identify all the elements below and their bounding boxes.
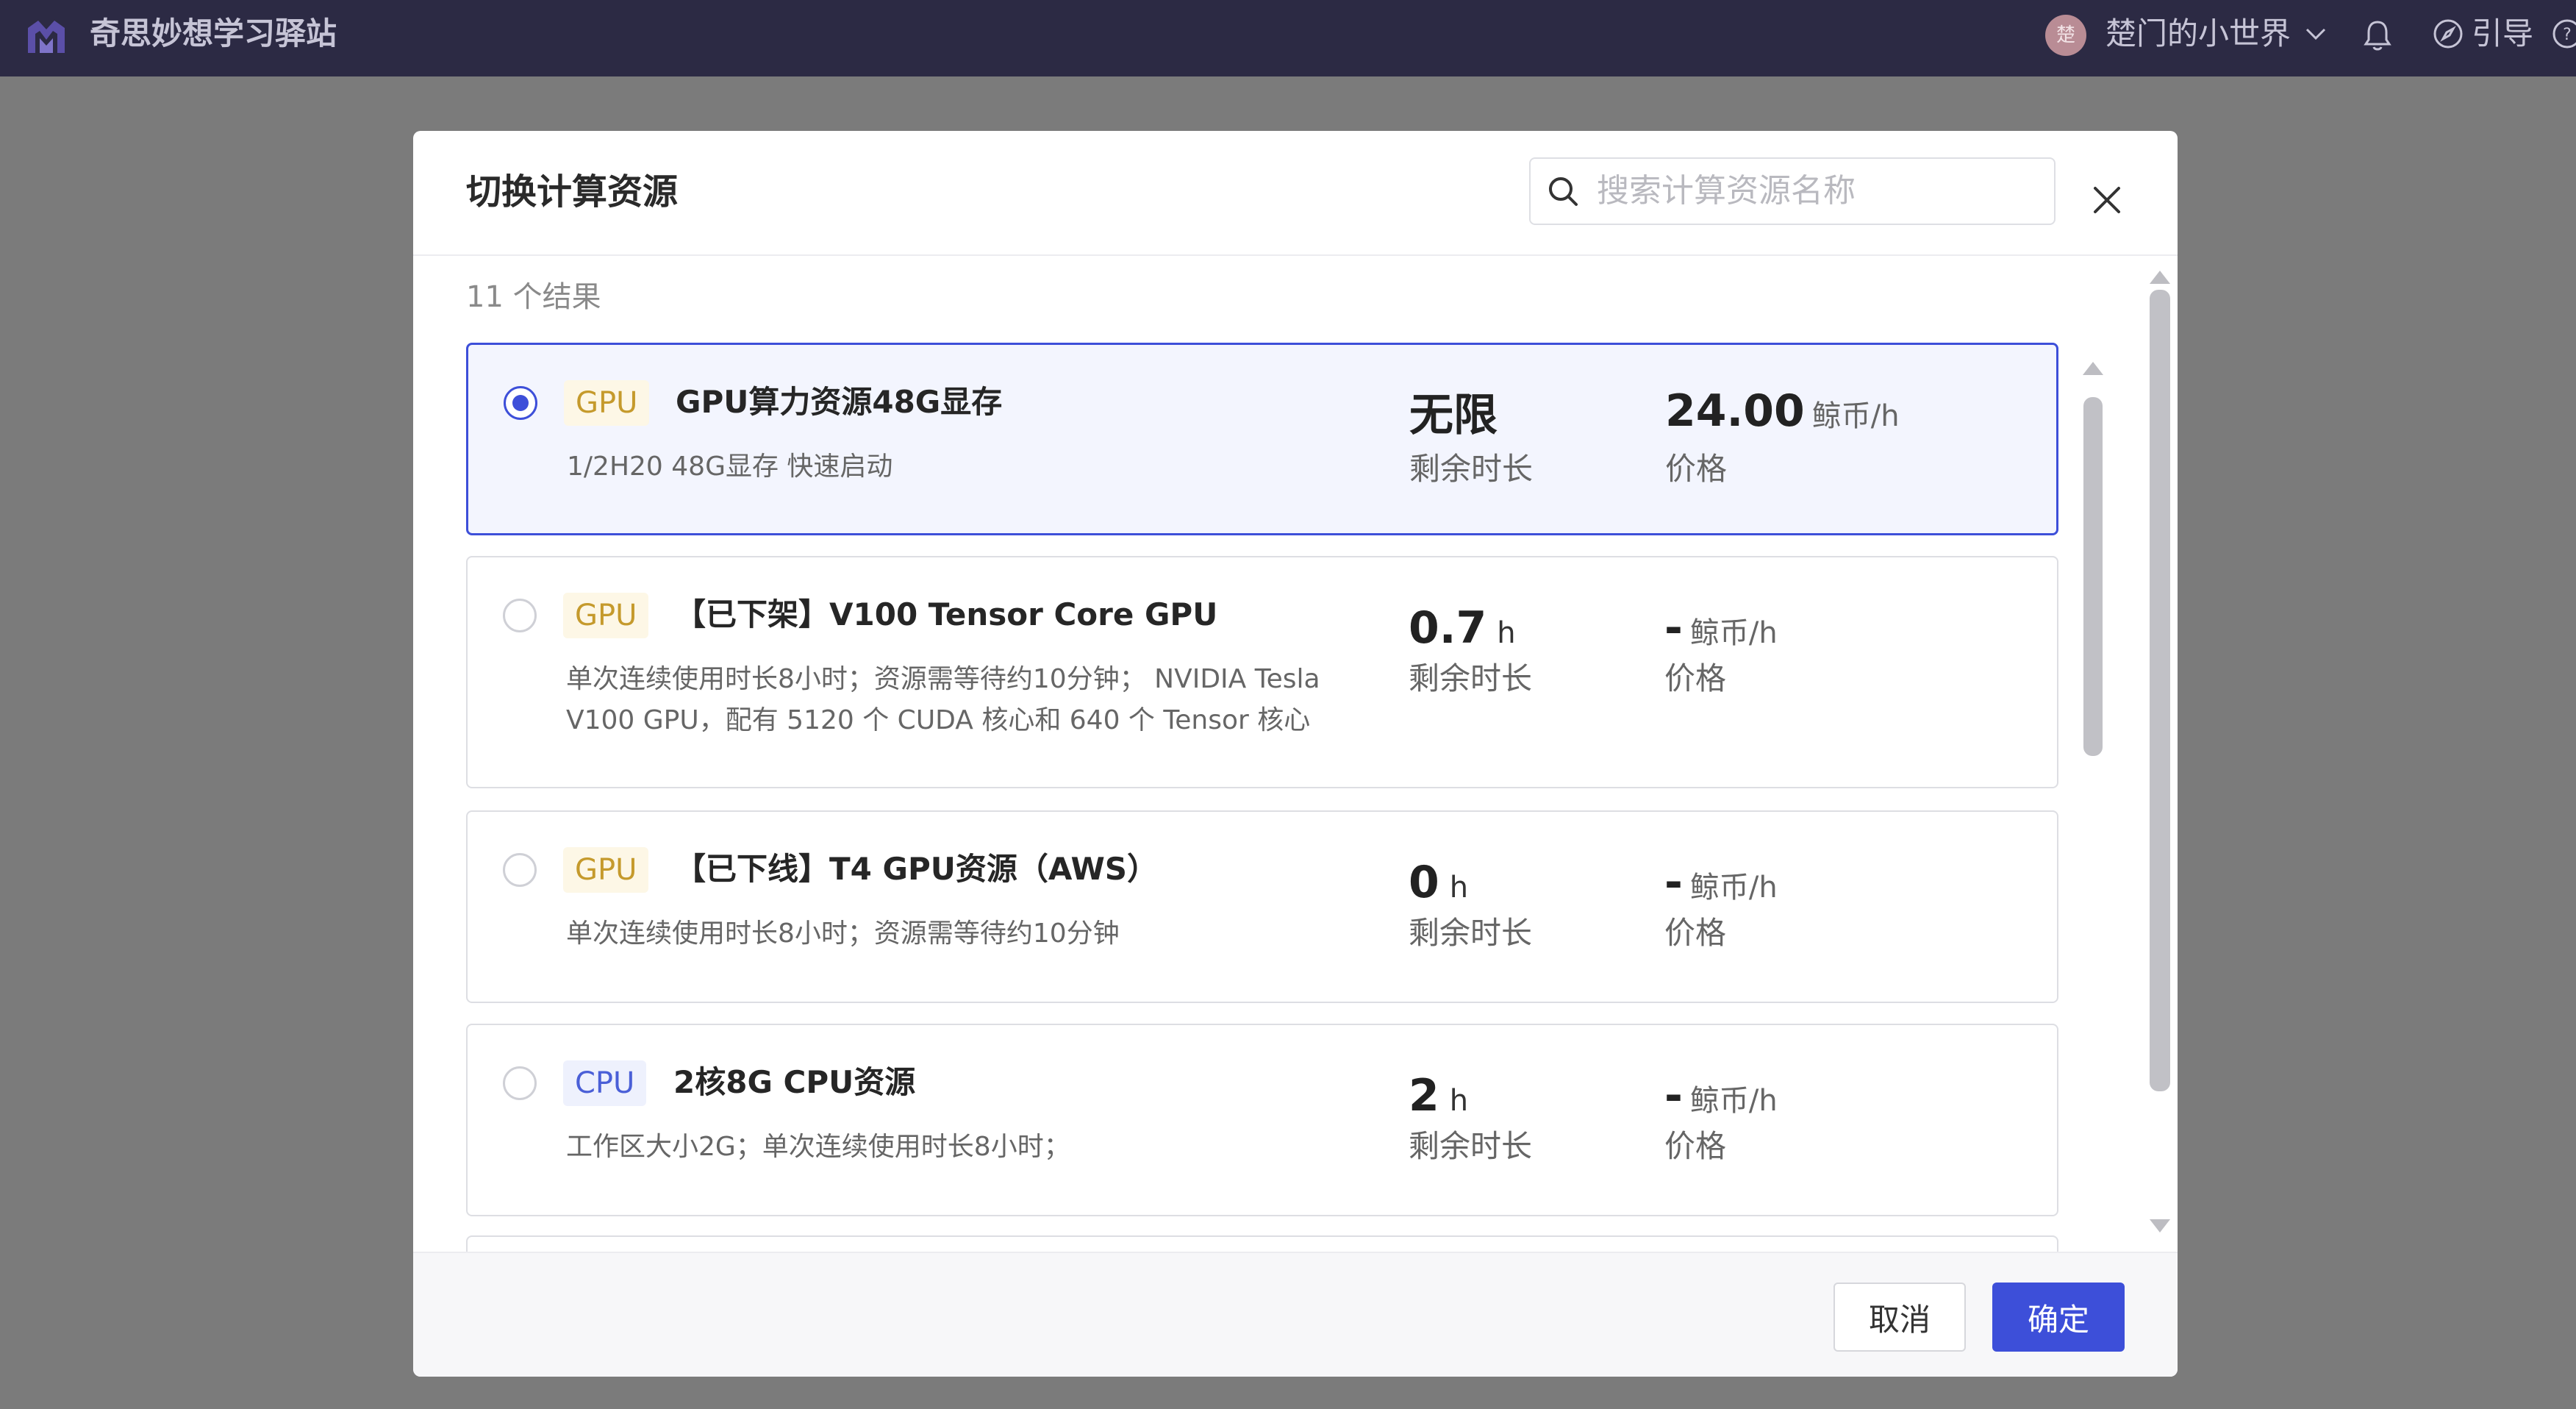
- switch-compute-resource-dialog: 切换计算资源 11 个结果 GPU GPU算力资源48G显存 1/2H20 48…: [413, 131, 2178, 1377]
- resource-name: 2核8G CPU资源: [673, 1064, 916, 1100]
- radio-button[interactable]: [503, 853, 537, 887]
- price-label: 价格: [1665, 451, 1728, 487]
- remaining-time-label: 剩余时长: [1409, 1128, 1533, 1164]
- site-title[interactable]: 奇思妙想学习驿站: [90, 13, 337, 54]
- dialog-scrollbar-thumb[interactable]: [2150, 290, 2170, 1091]
- remaining-time-unit: h: [1497, 616, 1516, 650]
- remaining-time-value: 无限: [1409, 388, 1508, 449]
- remaining-time-label: 剩余时长: [1409, 660, 1533, 696]
- remaining-time-value: 0.7 h: [1409, 600, 1516, 661]
- confirm-button[interactable]: 确定: [1992, 1283, 2125, 1352]
- top-navigation-bar: 奇思妙想学习驿站 楚 楚门的小世界 引导 ?: [0, 0, 2576, 76]
- scroll-up-arrow-icon[interactable]: [2150, 271, 2170, 284]
- svg-text:?: ?: [2563, 26, 2572, 44]
- resource-type-tag: GPU: [564, 380, 650, 426]
- resource-card[interactable]: GPU GPU算力资源48G显存 1/2H20 48G显存 快速启动 无限 剩余…: [466, 343, 2058, 535]
- scroll-down-arrow-icon[interactable]: [2150, 1219, 2170, 1233]
- price-value: 24.00 鲸币/h: [1665, 383, 1900, 444]
- remaining-time-label: 剩余时长: [1409, 915, 1533, 951]
- resource-description: 单次连续使用时长8小时；资源需等待约10分钟； NVIDIA Tesla V10…: [566, 664, 1320, 735]
- price-number: -: [1664, 857, 1683, 908]
- cancel-button[interactable]: 取消: [1833, 1283, 1966, 1352]
- radio-selected-dot: [512, 395, 529, 411]
- dialog-scrollbar[interactable]: [2150, 271, 2170, 1256]
- compass-icon[interactable]: [2432, 18, 2464, 50]
- remaining-time-number: 0.7: [1409, 602, 1487, 654]
- user-avatar[interactable]: 楚: [2045, 15, 2086, 56]
- resource-list: GPU GPU算力资源48G显存 1/2H20 48G显存 快速启动 无限 剩余…: [466, 343, 2061, 1377]
- resource-name: GPU算力资源48G显存: [676, 384, 1003, 420]
- resource-description: 工作区大小2G；单次连续使用时长8小时；: [566, 1132, 1070, 1162]
- resource-name: 【已下架】V100 Tensor Core GPU: [675, 596, 1218, 632]
- bell-icon[interactable]: [2361, 18, 2394, 53]
- search-input[interactable]: [1597, 159, 2038, 224]
- price-number: -: [1664, 1070, 1683, 1121]
- site-logo-icon[interactable]: [24, 16, 69, 59]
- remaining-time-unit: h: [1449, 1084, 1469, 1118]
- radio-button[interactable]: [504, 386, 537, 420]
- scroll-up-arrow-icon[interactable]: [2083, 362, 2103, 375]
- dialog-footer: 取消 确定: [413, 1252, 2178, 1377]
- search-icon: [1549, 177, 1578, 206]
- resource-card[interactable]: GPU 【已下线】T4 GPU资源（AWS） 单次连续使用时长8小时；资源需等待…: [466, 810, 2058, 1003]
- price-unit: 鲸币/h: [1689, 616, 1778, 650]
- resource-description: 1/2H20 48G显存 快速启动: [567, 452, 893, 482]
- price-unit: 鲸币/h: [1811, 399, 1900, 433]
- price-value: - 鲸币/h: [1664, 1068, 1778, 1129]
- price-number: 24.00: [1665, 385, 1805, 437]
- price-label: 价格: [1664, 915, 1727, 951]
- user-name[interactable]: 楚门的小世界: [2105, 13, 2291, 54]
- radio-button[interactable]: [503, 599, 537, 632]
- resource-description: 单次连续使用时长8小时；资源需等待约10分钟: [566, 918, 1120, 949]
- remaining-time-number: 0: [1409, 857, 1439, 908]
- resource-type-tag: GPU: [563, 593, 649, 638]
- dialog-header: 切换计算资源: [413, 131, 2178, 256]
- resource-card[interactable]: CPU 2核8G CPU资源 工作区大小2G；单次连续使用时长8小时； 2h 剩…: [466, 1024, 2058, 1216]
- close-icon[interactable]: [2088, 181, 2126, 219]
- list-scrollbar-thumb[interactable]: [2083, 397, 2103, 756]
- price-label: 价格: [1664, 1128, 1727, 1164]
- resource-type-tag: CPU: [563, 1060, 647, 1106]
- dialog-title: 切换计算资源: [466, 171, 679, 213]
- radio-button[interactable]: [503, 1066, 537, 1100]
- price-value: - 鲸币/h: [1664, 855, 1778, 916]
- chevron-down-icon[interactable]: [2303, 21, 2329, 47]
- resource-type-tag: GPU: [563, 847, 649, 893]
- remaining-time-label: 剩余时长: [1409, 451, 1534, 487]
- remaining-time-value: 2h: [1409, 1068, 1468, 1129]
- help-icon[interactable]: ?: [2551, 18, 2576, 50]
- remaining-time-number: 2: [1409, 1070, 1439, 1121]
- price-number: -: [1664, 602, 1683, 654]
- resource-name: 【已下线】T4 GPU资源（AWS）: [675, 851, 1159, 887]
- list-scrollbar[interactable]: [2083, 362, 2103, 1171]
- price-unit: 鲸币/h: [1689, 871, 1778, 905]
- result-count: 11 个结果: [466, 280, 601, 314]
- guide-link[interactable]: 引导: [2472, 13, 2533, 54]
- remaining-time-unit: h: [1449, 871, 1469, 905]
- remaining-time-number: 无限: [1409, 390, 1498, 441]
- price-unit: 鲸币/h: [1689, 1084, 1778, 1118]
- search-box[interactable]: [1529, 157, 2056, 225]
- resource-card[interactable]: GPU 【已下架】V100 Tensor Core GPU 单次连续使用时长8小…: [466, 556, 2058, 788]
- remaining-time-value: 0h: [1409, 855, 1468, 916]
- price-label: 价格: [1664, 660, 1727, 696]
- price-value: - 鲸币/h: [1664, 600, 1778, 661]
